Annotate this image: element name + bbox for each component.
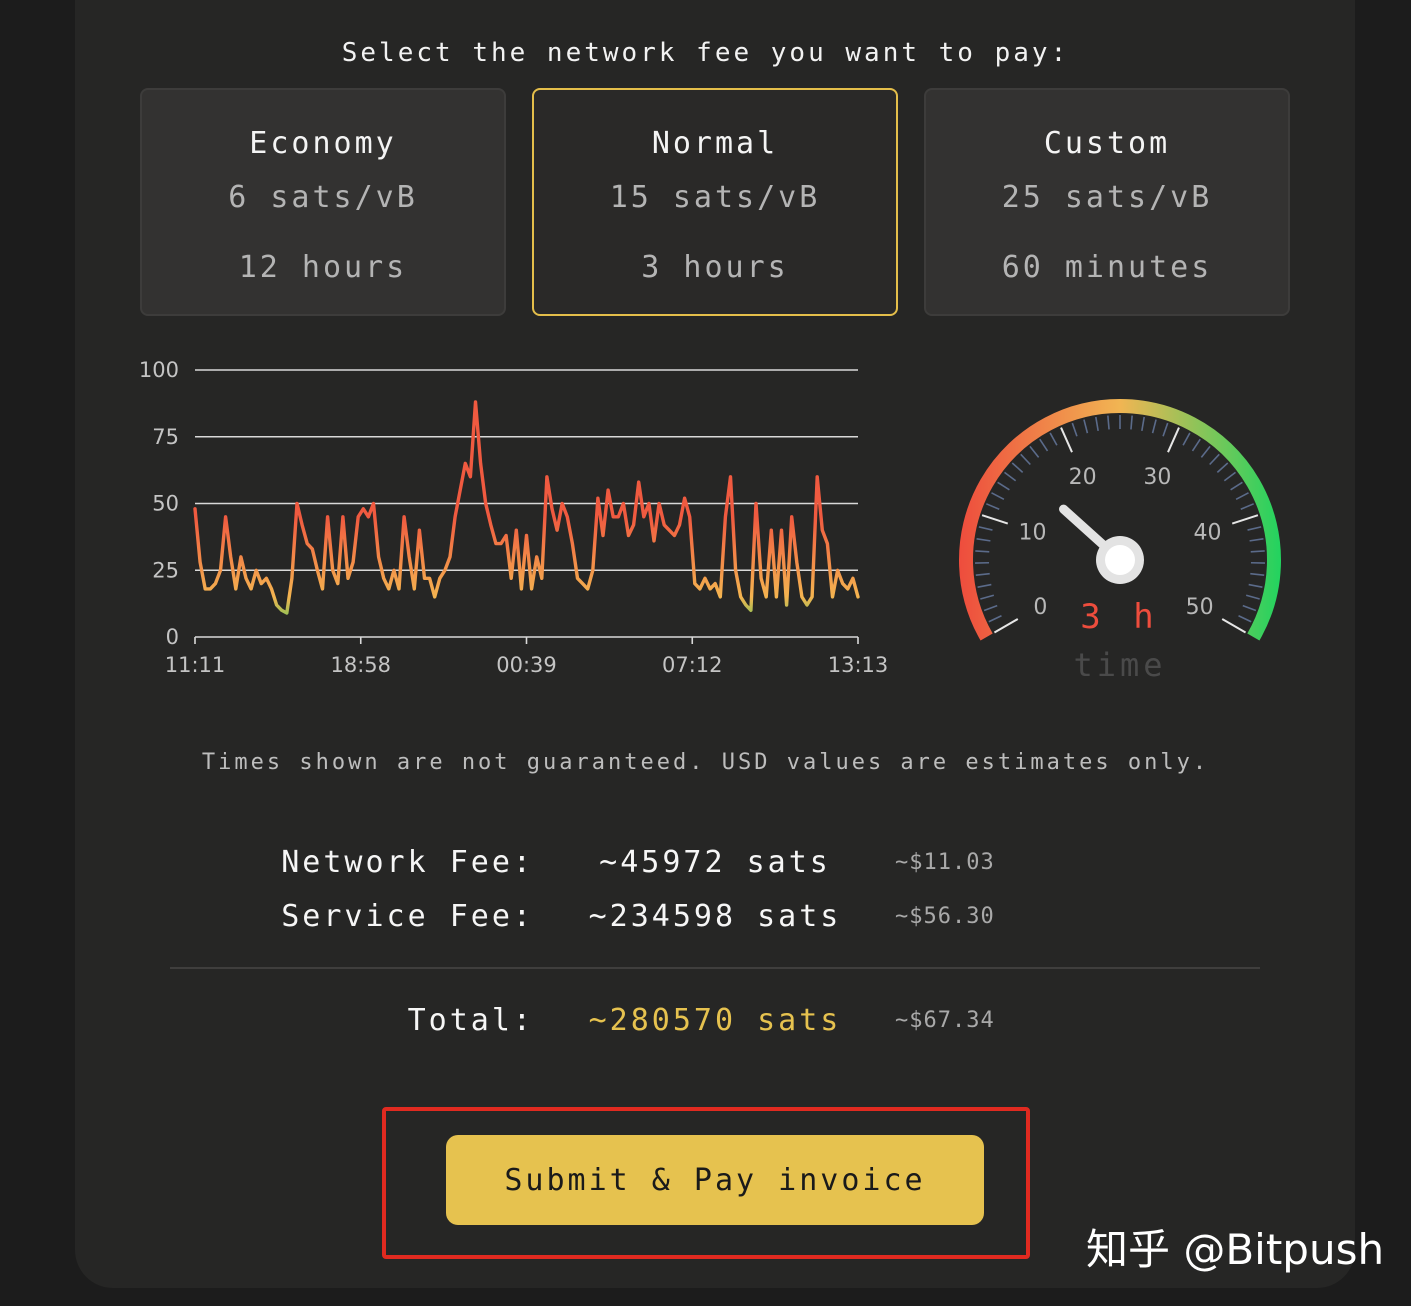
gauge-minor-tick [1004, 471, 1017, 482]
fee-option-time: 12 hours [238, 250, 408, 285]
fee-option-rate: 25 sats/vB [1001, 180, 1213, 215]
x-tick-label: 13:13 [828, 653, 889, 677]
gauge-major-tick [1167, 427, 1180, 453]
gauge-minor-tick [1209, 453, 1220, 466]
gauge-readout: 3 h [1080, 597, 1159, 637]
gauge-hub-center [1105, 545, 1135, 575]
network-fee-sats: ~45972 sats [599, 845, 831, 880]
gauge-minor-tick [1191, 438, 1201, 452]
fee-rate-series-line [193, 400, 860, 615]
gauge-minor-tick [1151, 419, 1157, 434]
service-fee-usd: ~$56.30 [895, 904, 995, 929]
gauge-minor-tick [1240, 503, 1254, 510]
gauge-tick-label: 10 [1019, 521, 1047, 546]
gauge-minor-tick [1020, 453, 1031, 466]
corner-watermark: 知乎 @Bitpush [1086, 1225, 1385, 1274]
page-title: Select the network fee you want to pay: [341, 38, 1070, 68]
y-tick-label: 0 [166, 625, 179, 649]
confirmation-time-gauge: 0 10 20 30 40 50 3 h time [959, 399, 1281, 684]
gauge-minor-tick [1245, 594, 1260, 600]
total-label: Total: [407, 1003, 534, 1038]
gauge-tick-label: 0 [1033, 595, 1047, 620]
y-tick-label: 75 [152, 425, 179, 449]
network-fee-label: Network Fee: [281, 845, 534, 880]
gauge-major-tick [981, 514, 1009, 525]
gauge-minor-tick [978, 526, 993, 531]
fee-option-rate: 6 sats/vB [228, 180, 418, 215]
total-sats: ~280570 sats [588, 1003, 842, 1038]
fee-option-time: 60 minutes [1001, 250, 1213, 285]
gauge-minor-tick [1095, 416, 1099, 431]
x-tick-label: 18:58 [330, 653, 391, 677]
gauge-minor-tick [1238, 615, 1252, 623]
network-fee-usd: ~$11.03 [895, 850, 995, 875]
gauge-minor-tick [1071, 422, 1078, 437]
fee-option-name: Normal [651, 126, 779, 161]
x-tick-label: 11:11 [165, 653, 226, 677]
gauge-major-tick [1221, 618, 1247, 634]
gauge-minor-tick [1182, 432, 1191, 446]
gauge-minor-tick [976, 538, 991, 542]
x-tick-label: 00:39 [496, 653, 557, 677]
fee-option-rate: 15 sats/vB [609, 180, 821, 215]
gauge-minor-tick [1248, 583, 1263, 588]
gauge-minor-tick [1049, 432, 1058, 446]
fee-option-time: 3 hours [641, 250, 789, 285]
y-tick-label: 100 [139, 358, 179, 382]
gauge-minor-tick [975, 550, 990, 553]
gauge-minor-tick [975, 572, 990, 576]
service-fee-sats: ~234598 sats [588, 899, 842, 934]
total-usd: ~$67.34 [895, 1008, 995, 1033]
gauge-minor-tick [1216, 462, 1229, 473]
service-fee-label: Service Fee: [281, 899, 534, 934]
gauge-tick-label: 30 [1143, 465, 1171, 490]
gauge-minor-tick [980, 594, 995, 600]
gauge-minor-tick [1130, 415, 1133, 430]
y-tick-label: 25 [152, 558, 179, 582]
fee-option-name: Custom [1043, 126, 1171, 161]
gauge-minor-tick [988, 615, 1002, 623]
gauge-minor-tick [1247, 526, 1262, 531]
gauge-minor-tick [991, 492, 1005, 501]
gauge-minor-tick [1083, 419, 1089, 434]
gauge-minor-tick [1141, 416, 1145, 431]
gauge-minor-tick [1011, 462, 1024, 473]
gauge-minor-tick [1250, 572, 1265, 576]
fee-option-normal[interactable]: Normal 15 sats/vB 3 hours [532, 88, 898, 316]
x-tick-label: 07:12 [662, 653, 723, 677]
gauge-major-tick [1231, 514, 1259, 525]
gauge-minor-tick [1230, 481, 1243, 491]
gauge-minor-tick [977, 583, 992, 588]
fee-option-custom[interactable]: Custom 25 sats/vB 60 minutes [924, 88, 1290, 316]
gauge-tick-label: 40 [1193, 521, 1221, 546]
gauge-caption: time [1073, 646, 1166, 684]
gauge-minor-tick [1223, 471, 1236, 482]
gauge-minor-tick [1235, 492, 1249, 501]
gauge-minor-tick [1107, 415, 1110, 430]
gauge-tick-label: 20 [1069, 465, 1097, 490]
gauge-minor-tick [1200, 445, 1211, 458]
submit-pay-invoice-button[interactable]: Submit & Pay invoice [446, 1135, 984, 1225]
gauge-minor-tick [997, 481, 1010, 491]
gauge-minor-tick [1029, 445, 1040, 458]
y-tick-label: 50 [152, 492, 179, 516]
gauge-major-tick [1060, 427, 1073, 453]
fee-option-economy[interactable]: Economy 6 sats/vB 12 hours [140, 88, 506, 316]
gauge-minor-tick [1250, 550, 1265, 553]
fee-divider [170, 967, 1260, 969]
disclaimer-text: Times shown are not guaranteed. USD valu… [201, 750, 1210, 775]
fee-option-name: Economy [249, 126, 397, 161]
gauge-tick-label: 50 [1186, 595, 1214, 620]
gauge-minor-tick [986, 503, 1000, 510]
fee-history-chart: 0 25 50 75 100 11:11 18:58 00:39 07:12 13:13 [139, 358, 889, 677]
gauge-minor-tick [1242, 604, 1257, 612]
gauge-minor-tick [1162, 422, 1169, 437]
gauge-minor-tick [1249, 538, 1264, 542]
gauge-major-tick [993, 618, 1019, 634]
gauge-minor-tick [1039, 438, 1049, 452]
gauge-minor-tick [983, 604, 998, 612]
